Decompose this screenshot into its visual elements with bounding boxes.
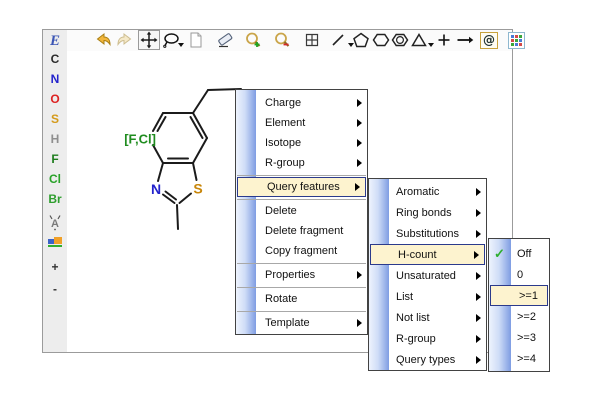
bond-tool-icon[interactable]: [329, 31, 347, 49]
menu-item-ge4[interactable]: >=4: [489, 348, 549, 369]
element-sidebar: E C N O S H F Cl Br A + -: [43, 30, 68, 352]
new-document-icon[interactable]: [187, 31, 205, 49]
sidebar-element-cl[interactable]: Cl: [43, 171, 67, 187]
lasso-dropdown-caret[interactable]: [178, 43, 184, 47]
submenu-arrow-icon: [357, 319, 362, 327]
sidebar-element-h[interactable]: H: [43, 131, 67, 147]
zoom-minus-button[interactable]: -: [43, 281, 67, 297]
menu-item-ge1[interactable]: >=1: [490, 285, 548, 306]
submenu-arrow-icon: [476, 271, 481, 280]
atom-context-menu: Charge Element Isotope R-group Query fea…: [235, 89, 368, 335]
menu-item-ge2[interactable]: >=2: [489, 306, 549, 327]
submenu-arrow-icon: [476, 355, 481, 364]
move-tool-icon[interactable]: [140, 31, 158, 49]
submenu-arrow-icon: [474, 250, 479, 259]
menu-item-delete[interactable]: Delete: [236, 201, 367, 221]
menu-item-unsaturated[interactable]: Unsaturated: [369, 265, 486, 286]
check-icon: ✓: [494, 245, 505, 261]
menu-item-h-count[interactable]: H-count: [370, 244, 485, 265]
submenu-arrow-icon: [357, 99, 362, 107]
query-features-submenu: Aromatic Ring bonds Substitutions H-coun…: [368, 178, 487, 371]
zoom-in-icon[interactable]: [244, 31, 262, 49]
color-palette-icon[interactable]: [43, 236, 67, 252]
menu-item-r-group-sub[interactable]: R-group: [369, 328, 486, 349]
submenu-arrow-icon: [357, 119, 362, 127]
sidebar-element-c[interactable]: C: [43, 51, 67, 67]
hexagon-tool-icon[interactable]: [372, 31, 390, 49]
submenu-arrow-icon: [476, 187, 481, 196]
triangle-dropdown-caret[interactable]: [428, 43, 434, 47]
main-toolbar: @: [67, 30, 525, 52]
menu-item-ge3[interactable]: >=3: [489, 327, 549, 348]
menu-item-delete-fragment[interactable]: Delete fragment: [236, 221, 367, 241]
menu-item-copy-fragment[interactable]: Copy fragment: [236, 241, 367, 261]
eraser-icon[interactable]: [216, 31, 234, 49]
zoom-plus-button[interactable]: +: [43, 259, 67, 275]
menu-item-rotate[interactable]: Rotate: [236, 289, 367, 309]
svg-text:A: A: [51, 218, 59, 230]
sidebar-element-br[interactable]: Br: [43, 191, 67, 207]
sidebar-element-o[interactable]: O: [43, 91, 67, 107]
menu-item-r-group[interactable]: R-group: [236, 153, 367, 173]
menu-item-query-types[interactable]: Query types: [369, 349, 486, 370]
menu-item-not-list[interactable]: Not list: [369, 307, 486, 328]
menu-item-isotope[interactable]: Isotope: [236, 133, 367, 153]
pentagon-tool-icon[interactable]: [352, 31, 370, 49]
menu-item-list[interactable]: List: [369, 286, 486, 307]
reaction-arrow-icon[interactable]: [456, 31, 474, 49]
menu-item-aromatic[interactable]: Aromatic: [369, 181, 486, 202]
benzene-tool-icon[interactable]: [391, 31, 409, 49]
menu-item-substitutions[interactable]: Substitutions: [369, 223, 486, 244]
menu-item-0[interactable]: 0: [489, 264, 549, 285]
submenu-arrow-icon: [357, 139, 362, 147]
color-table-icon[interactable]: [507, 31, 525, 49]
submenu-arrow-icon: [355, 183, 360, 191]
submenu-arrow-icon: [476, 313, 481, 322]
plus-tool-icon[interactable]: [435, 31, 453, 49]
triangle-tool-icon[interactable]: [410, 31, 428, 49]
zoom-out-icon[interactable]: [273, 31, 291, 49]
redo-icon[interactable]: [116, 31, 134, 49]
submenu-arrow-icon: [476, 208, 481, 217]
sidebar-element-n[interactable]: N: [43, 71, 67, 87]
submenu-arrow-icon: [476, 292, 481, 301]
grid-icon[interactable]: [303, 31, 321, 49]
at-symbol-icon[interactable]: @: [480, 31, 498, 49]
menu-item-charge[interactable]: Charge: [236, 93, 367, 113]
menu-item-template[interactable]: Template: [236, 313, 367, 333]
sidebar-element-f[interactable]: F: [43, 151, 67, 167]
menu-item-ring-bonds[interactable]: Ring bonds: [369, 202, 486, 223]
menu-item-off[interactable]: ✓ Off: [489, 243, 549, 264]
menu-item-query-features[interactable]: Query features: [237, 177, 366, 197]
submenu-arrow-icon: [357, 159, 362, 167]
submenu-arrow-icon: [476, 229, 481, 238]
menu-item-properties[interactable]: Properties: [236, 265, 367, 285]
edit-mode-button[interactable]: E: [43, 33, 67, 49]
menu-item-element[interactable]: Element: [236, 113, 367, 133]
submenu-arrow-icon: [357, 271, 362, 279]
h-count-submenu: ✓ Off 0 >=1 >=2 >=3 >=4: [488, 238, 550, 372]
submenu-arrow-icon: [476, 334, 481, 343]
any-atom-icon[interactable]: A: [43, 213, 67, 235]
sidebar-element-s[interactable]: S: [43, 111, 67, 127]
undo-icon[interactable]: [94, 31, 112, 49]
